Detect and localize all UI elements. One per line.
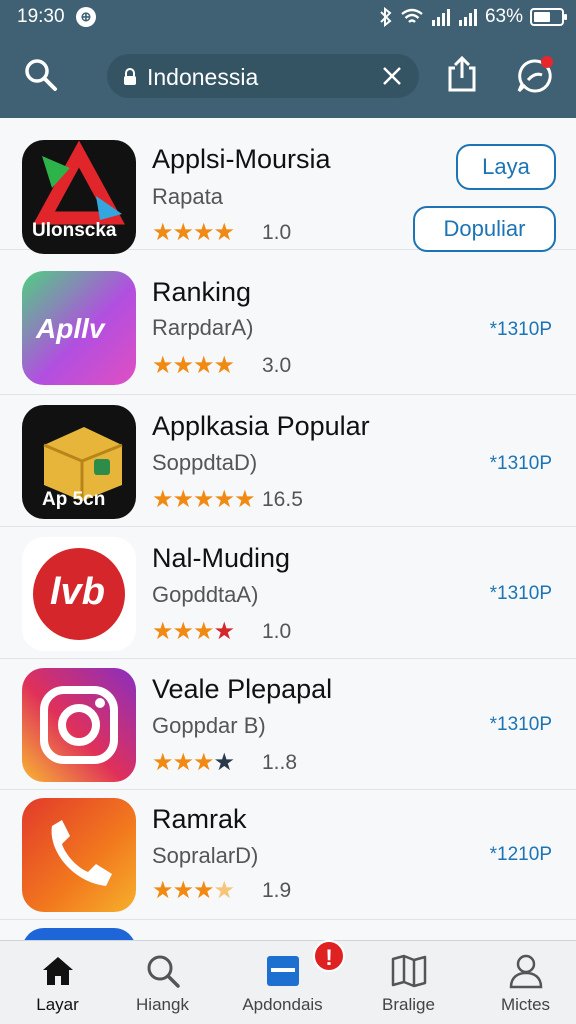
list-item[interactable]: Apllv Ranking RarpdarA) ★★★★ 3.0 *1310P xyxy=(0,263,576,395)
app-icon-phone xyxy=(22,798,136,912)
notification-badge: ! xyxy=(313,940,345,972)
status-bar: 19:30 ⊕ 63% xyxy=(0,0,576,34)
share-icon xyxy=(448,55,476,92)
rating-value: 1.0 xyxy=(262,620,292,643)
app-title: Ranking xyxy=(152,277,252,307)
rating-value: 1..8 xyxy=(262,751,298,774)
rating-value: 1.0 xyxy=(262,221,292,244)
app-title: Veale Plepapal xyxy=(152,674,333,704)
list-item[interactable]: Ulonscka Applsi-Moursia Rapata ★★★★ 1.0 … xyxy=(0,118,576,254)
nav-label: Bralige xyxy=(382,995,435,1014)
app-icon-lvb: lvb xyxy=(22,537,136,651)
wifi-icon xyxy=(401,8,423,23)
profile-icon xyxy=(509,954,542,989)
search-input[interactable]: Indonessia xyxy=(147,64,258,91)
list-item[interactable]: Ramrak SopralarD) ★★★★ 1.9 *1210P xyxy=(0,788,576,920)
book-icon xyxy=(391,954,426,988)
app-subtitle: Goppdar B) xyxy=(152,713,266,738)
battery-icon xyxy=(530,8,567,26)
list-item[interactable] xyxy=(0,918,576,940)
app-icon-apllv: Apllv xyxy=(22,271,136,385)
list-item[interactable]: Veale Plepapal Goppdar B) ★★★★ 1..8 *131… xyxy=(0,658,576,790)
app-title: Nal-Muding xyxy=(152,543,291,573)
rating-value: 16.5 xyxy=(262,488,303,511)
laya-button[interactable]: Laya xyxy=(456,144,556,190)
phone-icon xyxy=(51,820,112,886)
nav-label: Hiangk xyxy=(136,995,189,1014)
app-icon-text: lvb xyxy=(50,571,105,613)
star-rating: ★★★★ xyxy=(152,749,235,776)
status-right: 63% xyxy=(379,6,567,28)
chat-button[interactable] xyxy=(515,56,555,96)
app-price[interactable]: *1310P xyxy=(490,583,552,605)
star-rating: ★★★★ xyxy=(152,877,235,904)
notification-app-icon: ⊕ xyxy=(76,7,96,27)
battery-percent: 63% xyxy=(484,6,523,27)
apps-icon xyxy=(266,956,299,986)
search-icon xyxy=(25,59,57,91)
list-item[interactable]: Ap 5cn Applkasia Popular SoppdtaD) ★★★★★… xyxy=(0,395,576,527)
app-icon-text: Ulonscka xyxy=(32,220,117,241)
app-icon-ulonscka: Ulonscka xyxy=(22,140,136,254)
search-button[interactable] xyxy=(22,56,60,94)
search-icon xyxy=(147,955,180,988)
nav-hiangk[interactable]: Hiangk xyxy=(105,941,220,1024)
app-icon-partial xyxy=(22,928,136,940)
header: 19:30 ⊕ 63% Indonessia xyxy=(0,0,576,118)
nav-label: Mictes xyxy=(500,995,551,1014)
list-item[interactable]: lvb Nal-Muding GopddtaA) ★★★★ 1.0 *1310P xyxy=(0,527,576,659)
bottom-nav: Layar Hiangk Apdondais Bralige Mictes xyxy=(0,940,576,1024)
app-subtitle: SoppdtaD) xyxy=(152,450,258,475)
app-icon-camera xyxy=(22,668,136,782)
home-icon xyxy=(42,957,73,985)
app-icon-box: Ap 5cn xyxy=(22,405,136,519)
notification-dot xyxy=(541,56,553,68)
rating-value: 3.0 xyxy=(262,354,292,377)
camera-icon xyxy=(40,686,118,764)
bluetooth-icon xyxy=(380,7,392,27)
search-bar[interactable]: Indonessia xyxy=(107,54,419,98)
app-subtitle: SopralarD) xyxy=(152,843,259,868)
signal-icon-2 xyxy=(458,9,477,26)
star-rating: ★★★★★ xyxy=(152,486,256,513)
signal-icon xyxy=(431,9,450,26)
app-price[interactable]: *1310P xyxy=(490,453,552,475)
nav-layar[interactable]: Layar xyxy=(0,941,115,1024)
status-time: 19:30 xyxy=(17,6,65,27)
app-title: Ramrak xyxy=(152,804,247,834)
app-subtitle: GopddtaA) xyxy=(152,582,259,607)
nav-label: Layar xyxy=(36,995,79,1014)
app-list: Ulonscka Applsi-Moursia Rapata ★★★★ 1.0 … xyxy=(0,118,576,940)
app-subtitle: Rapata xyxy=(152,184,223,209)
lock-icon xyxy=(124,68,136,85)
app-icon-text: Ap 5cn xyxy=(42,489,106,510)
battery-fill xyxy=(534,12,550,22)
dopuliar-button[interactable]: Dopuliar xyxy=(413,206,556,252)
nav-label: Apdondais xyxy=(242,995,323,1014)
app-price[interactable]: *1310P xyxy=(490,714,552,736)
nav-bralige[interactable]: Bralige xyxy=(351,941,466,1024)
rating-value: 1.9 xyxy=(262,879,292,902)
app-price[interactable]: *1210P xyxy=(490,844,552,866)
star-rating: ★★★★ xyxy=(152,219,235,246)
star-rating: ★★★★ xyxy=(152,352,235,379)
close-icon[interactable] xyxy=(381,65,403,87)
app-store-screen: 19:30 ⊕ 63% Indonessia Ulonscka Applsi-M… xyxy=(0,0,576,1024)
app-subtitle: RarpdarA) xyxy=(152,315,254,340)
app-price[interactable]: *1310P xyxy=(490,319,552,341)
share-button[interactable] xyxy=(444,54,480,94)
nav-mictes[interactable]: Mictes xyxy=(468,941,576,1024)
app-title: Applkasia Popular xyxy=(152,411,370,441)
app-title: Applsi-Moursia xyxy=(152,144,331,174)
app-icon-text: Apllv xyxy=(36,313,105,344)
star-rating: ★★★★ xyxy=(152,618,235,645)
